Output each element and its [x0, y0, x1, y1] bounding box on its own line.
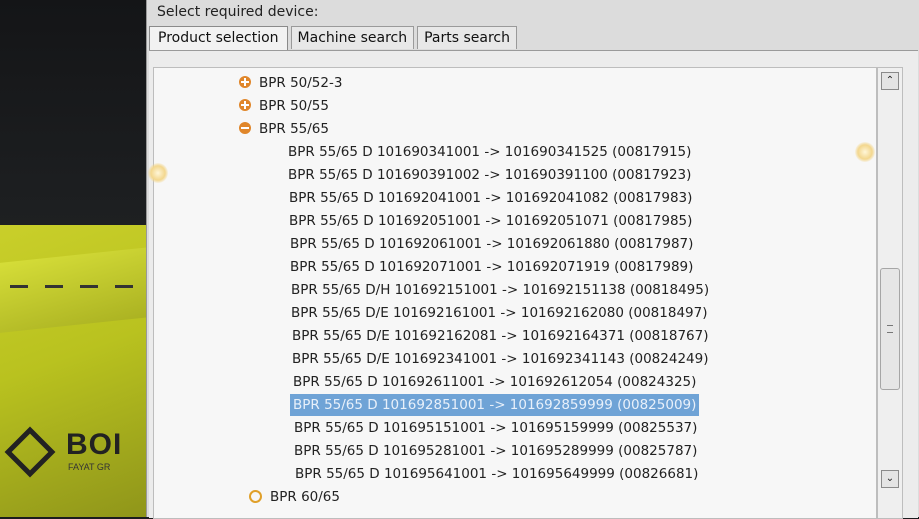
grip-icon	[887, 325, 893, 333]
tree-node-label: BPR 50/52-3	[259, 75, 343, 91]
tape-dash	[10, 285, 28, 288]
expand-icon[interactable]	[239, 99, 251, 111]
chevron-down-icon: ⌄	[885, 473, 895, 484]
tree-leaf[interactable]: BPR 55/65 D 101692611001 -> 101692612054…	[293, 371, 696, 393]
logo-diamond-icon	[4, 426, 56, 478]
box-tape	[0, 247, 150, 333]
tree-leaf[interactable]: BPR 55/65 D 101695281001 -> 101695289999…	[294, 440, 697, 462]
tree-leaf[interactable]: BPR 55/65 D 101692071001 -> 101692071919…	[290, 256, 693, 278]
tree-node-bpr-60-65[interactable]: BPR 60/65	[249, 486, 340, 508]
screen-glare	[855, 142, 875, 162]
tab-bar: Product selection Machine search Parts s…	[149, 26, 520, 51]
tape-dash	[45, 285, 63, 288]
logo-subtext: FAYAT GR	[68, 462, 111, 472]
tab-product-selection[interactable]: Product selection	[149, 26, 288, 51]
chevron-up-icon: ⌃	[885, 75, 895, 86]
product-tree: BPR 50/52-3 BPR 50/55 BPR 55/65 BPR 55/6…	[153, 67, 877, 519]
tree-node-bpr-50-55[interactable]: BPR 50/55	[239, 95, 329, 117]
vertical-scrollbar[interactable]: ⌃ ⌄	[877, 67, 903, 519]
tree-node-label: BPR 55/65	[259, 121, 329, 137]
tree-leaf[interactable]: BPR 55/65 D 101690391002 -> 101690391100…	[288, 164, 691, 186]
tree-leaf[interactable]: BPR 55/65 D 101695641001 -> 101695649999…	[295, 463, 698, 485]
tree-leaf[interactable]: BPR 55/65 D 101695151001 -> 101695159999…	[294, 417, 697, 439]
tree-leaf[interactable]: BPR 55/65 D 101692041001 -> 101692041082…	[289, 187, 692, 209]
tree-leaf[interactable]: BPR 55/65 D/E 101692161001 -> 1016921620…	[291, 302, 707, 324]
scroll-down-button[interactable]: ⌄	[881, 470, 899, 488]
tree-node-label: BPR 50/55	[259, 98, 329, 114]
tree-leaf[interactable]: BPR 55/65 D/H 101692151001 -> 1016921511…	[291, 279, 709, 301]
tape-dash	[115, 285, 133, 288]
tree-leaf[interactable]: BPR 55/65 D 101690341001 -> 101690341525…	[288, 141, 691, 163]
scroll-thumb[interactable]	[880, 268, 900, 390]
collapse-icon[interactable]	[239, 122, 251, 134]
logo-text: BOI	[66, 428, 123, 461]
expand-icon[interactable]	[239, 76, 251, 88]
tree-node-bpr-55-65[interactable]: BPR 55/65	[239, 118, 329, 140]
product-selection-panel: BPR 50/52-3 BPR 50/55 BPR 55/65 BPR 55/6…	[149, 50, 918, 519]
tree-node-label: BPR 60/65	[270, 489, 340, 505]
tape-dash	[80, 285, 98, 288]
screen-glare	[148, 163, 168, 183]
hollow-node-icon[interactable]	[249, 489, 262, 503]
device-label: Select required device:	[157, 4, 319, 20]
tree-leaf[interactable]: BPR 55/65 D 101692051001 -> 101692051071…	[289, 210, 692, 232]
brand-logo: BOI FAYAT GR	[4, 426, 146, 478]
tree-leaf[interactable]: BPR 55/65 D 101692061001 -> 101692061880…	[290, 233, 693, 255]
tree-leaf[interactable]: BPR 55/65 D/E 101692162081 -> 1016921643…	[292, 325, 708, 347]
tree-leaf[interactable]: BPR 55/65 D/E 101692341001 -> 1016923411…	[292, 348, 708, 370]
application-window: Select required device: Product selectio…	[146, 0, 919, 519]
scroll-up-button[interactable]: ⌃	[881, 72, 899, 90]
tree-leaf-selected[interactable]: BPR 55/65 D 101692851001 -> 101692859999…	[290, 394, 700, 416]
tree-node-bpr-50-52-3[interactable]: BPR 50/52-3	[239, 72, 342, 94]
tab-parts-search[interactable]: Parts search	[417, 26, 517, 49]
tab-machine-search[interactable]: Machine search	[290, 26, 415, 49]
